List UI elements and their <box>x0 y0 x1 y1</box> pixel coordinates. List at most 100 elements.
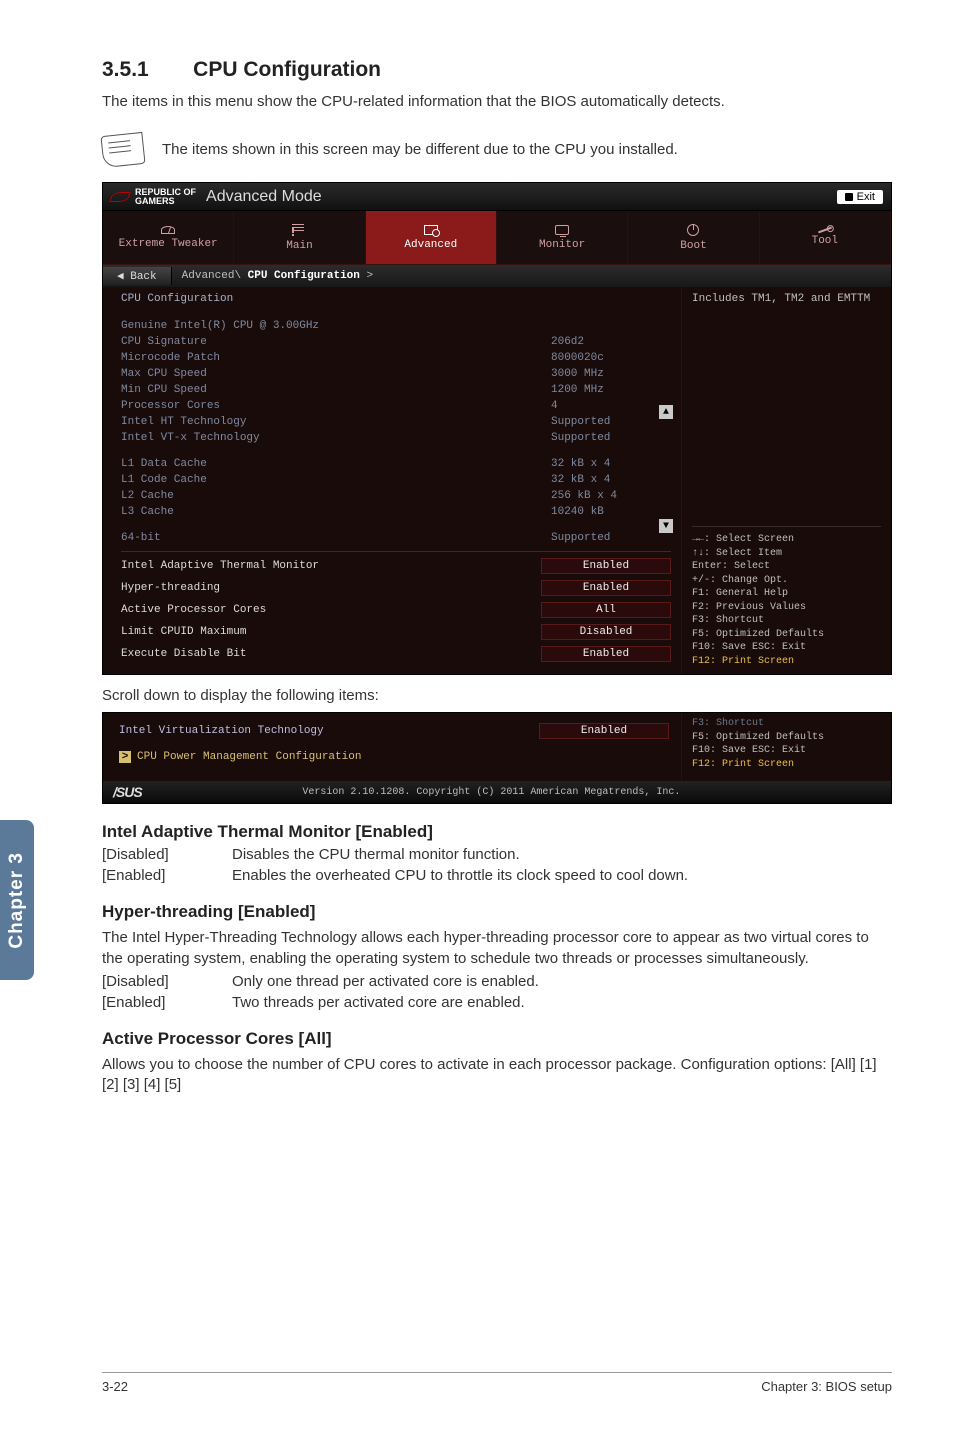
back-button[interactable]: ◀ Back <box>103 267 172 285</box>
option-row: [Disabled] Disables the CPU thermal moni… <box>102 846 892 863</box>
chip-icon <box>424 225 438 235</box>
tab-label: Main <box>286 240 312 252</box>
subsection-heading: Hyper-threading [Enabled] <box>102 902 892 922</box>
tab-label: Extreme Tweaker <box>119 238 218 250</box>
section-number: 3.5.1 <box>102 58 149 81</box>
option-desc: Two threads per activated core are enabl… <box>232 994 525 1011</box>
info-row: Processor Cores4 <box>121 399 671 413</box>
breadcrumb-current: CPU Configuration <box>248 270 360 282</box>
note-text: The items shown in this screen may be di… <box>162 140 678 160</box>
option-desc: Only one thread per activated core is en… <box>232 973 539 990</box>
setting-label: Intel Adaptive Thermal Monitor <box>121 560 319 572</box>
subsection-heading: Intel Adaptive Thermal Monitor [Enabled] <box>102 822 892 842</box>
chapter-side-tab-label: Chapter 3 <box>6 852 28 949</box>
info-row: CPU Signature206d2 <box>121 335 671 349</box>
option-key: [Enabled] <box>102 994 232 1011</box>
subsection-desc: The Intel Hyper-Threading Technology all… <box>102 928 892 969</box>
option-key: [Enabled] <box>102 867 232 884</box>
chapter-side-tab: Chapter 3 <box>0 820 34 980</box>
bios-footer-bar: /SUS Version 2.10.1208. Copyright (C) 20… <box>103 781 891 803</box>
breadcrumb-prefix: Advanced\ <box>182 270 248 282</box>
setting-row[interactable]: Intel Adaptive Thermal Monitor Enabled <box>121 556 671 576</box>
bios-tab-bar: Extreme Tweaker Main Advanced Monitor Bo… <box>103 211 891 265</box>
gauge-icon <box>161 226 175 234</box>
setting-value[interactable]: Enabled <box>541 646 671 662</box>
section-heading: 3.5.1 CPU Configuration <box>102 58 892 82</box>
info-row: L2 Cache256 kB x 4 <box>121 489 671 503</box>
setting-row[interactable]: Limit CPUID Maximum Disabled <box>121 622 671 642</box>
setting-value[interactable]: Enabled <box>541 580 671 596</box>
setting-row[interactable]: Hyper-threading Enabled <box>121 578 671 598</box>
submenu-link[interactable]: > CPU Power Management Configuration <box>119 751 669 763</box>
tab-extreme-tweaker[interactable]: Extreme Tweaker <box>103 211 234 264</box>
page-footer: 3-22 Chapter 3: BIOS setup <box>102 1372 892 1394</box>
back-button-label: Back <box>130 271 156 283</box>
tab-main[interactable]: Main <box>234 211 365 264</box>
divider <box>692 526 881 527</box>
option-desc: Enables the overheated CPU to throttle i… <box>232 867 688 884</box>
rog-brand-bottom: GAMERS <box>135 197 196 206</box>
info-row: Intel HT TechnologySupported <box>121 415 671 429</box>
info-row: Min CPU Speed1200 MHz <box>121 383 671 397</box>
bios2-left-panel: Intel Virtualization Technology Enabled … <box>103 713 681 781</box>
option-row: [Disabled] Only one thread per activated… <box>102 973 892 990</box>
setting-label: Hyper-threading <box>121 582 220 594</box>
bios2-body: Intel Virtualization Technology Enabled … <box>103 713 891 781</box>
divider <box>121 551 671 552</box>
setting-value[interactable]: Enabled <box>541 558 671 574</box>
panel-title: CPU Configuration <box>121 293 671 305</box>
page-number: 3-22 <box>102 1379 128 1394</box>
tab-label: Monitor <box>539 239 585 251</box>
tab-label: Boot <box>680 240 706 252</box>
setting-value[interactable]: Enabled <box>539 723 669 739</box>
exit-button[interactable]: Exit <box>837 190 883 204</box>
submenu-label: CPU Power Management Configuration <box>137 751 361 763</box>
note-block: The items shown in this screen may be di… <box>102 134 892 166</box>
subsection-heading: Active Processor Cores [All] <box>102 1029 892 1049</box>
scroll-up-icon[interactable]: ▲ <box>659 405 673 419</box>
info-row: Intel VT-x TechnologySupported <box>121 431 671 445</box>
scroll-down-note: Scroll down to display the following ite… <box>102 687 892 704</box>
setting-label: Limit CPUID Maximum <box>121 626 246 638</box>
asus-logo: /SUS <box>113 784 142 800</box>
chevron-right-icon: > <box>119 751 131 763</box>
info-row: L1 Code Cache32 kB x 4 <box>121 473 671 487</box>
tab-boot[interactable]: Boot <box>628 211 759 264</box>
info-row: Genuine Intel(R) CPU @ 3.00GHz <box>121 319 671 333</box>
help-text: Includes TM1, TM2 and EMTTM <box>692 293 881 520</box>
bios-titlebar: REPUBLIC OF GAMERS Advanced Mode Exit <box>103 183 891 211</box>
tab-tool[interactable]: Tool <box>760 211 891 264</box>
tab-monitor[interactable]: Monitor <box>497 211 628 264</box>
breadcrumb: Advanced\ CPU Configuration > <box>172 270 373 282</box>
note-icon <box>100 132 145 168</box>
bios-screenshot-main: REPUBLIC OF GAMERS Advanced Mode Exit Ex… <box>102 182 892 675</box>
bios-mode-label: Advanced Mode <box>206 188 322 206</box>
wrench-icon <box>818 226 832 233</box>
bios-body: CPU Configuration Genuine Intel(R) CPU @… <box>103 287 891 674</box>
option-row: [Enabled] Two threads per activated core… <box>102 994 892 1011</box>
chapter-footer-label: Chapter 3: BIOS setup <box>761 1379 892 1394</box>
section-intro: The items in this menu show the CPU-rela… <box>102 92 892 112</box>
subsection-desc: Allows you to choose the number of CPU c… <box>102 1055 892 1096</box>
setting-value[interactable]: Disabled <box>541 624 671 640</box>
setting-row[interactable]: Active Processor Cores All <box>121 600 671 620</box>
info-row: L1 Data Cache32 kB x 4 <box>121 457 671 471</box>
scroll-down-icon[interactable]: ▼ <box>659 519 673 533</box>
bios-left-panel: CPU Configuration Genuine Intel(R) CPU @… <box>103 287 681 674</box>
exit-button-label: Exit <box>857 191 875 203</box>
setting-label: Intel Virtualization Technology <box>119 725 324 737</box>
setting-value[interactable]: All <box>541 602 671 618</box>
setting-row[interactable]: Execute Disable Bit Enabled <box>121 644 671 664</box>
setting-row[interactable]: Intel Virtualization Technology Enabled <box>119 721 669 741</box>
tab-advanced[interactable]: Advanced <box>366 211 497 264</box>
list-icon <box>292 224 306 236</box>
option-key: [Disabled] <box>102 973 232 990</box>
section-title: CPU Configuration <box>193 58 381 81</box>
rog-eye-icon <box>109 192 131 202</box>
breadcrumb-suffix: > <box>360 270 373 282</box>
bios-screenshot-scroll: Intel Virtualization Technology Enabled … <box>102 712 892 804</box>
bios-version-text: Version 2.10.1208. Copyright (C) 2011 Am… <box>302 787 680 798</box>
info-row: 64-bitSupported <box>121 531 671 545</box>
tab-label: Tool <box>812 235 838 247</box>
bios-breadcrumb-row: ◀ Back Advanced\ CPU Configuration > <box>103 265 891 287</box>
